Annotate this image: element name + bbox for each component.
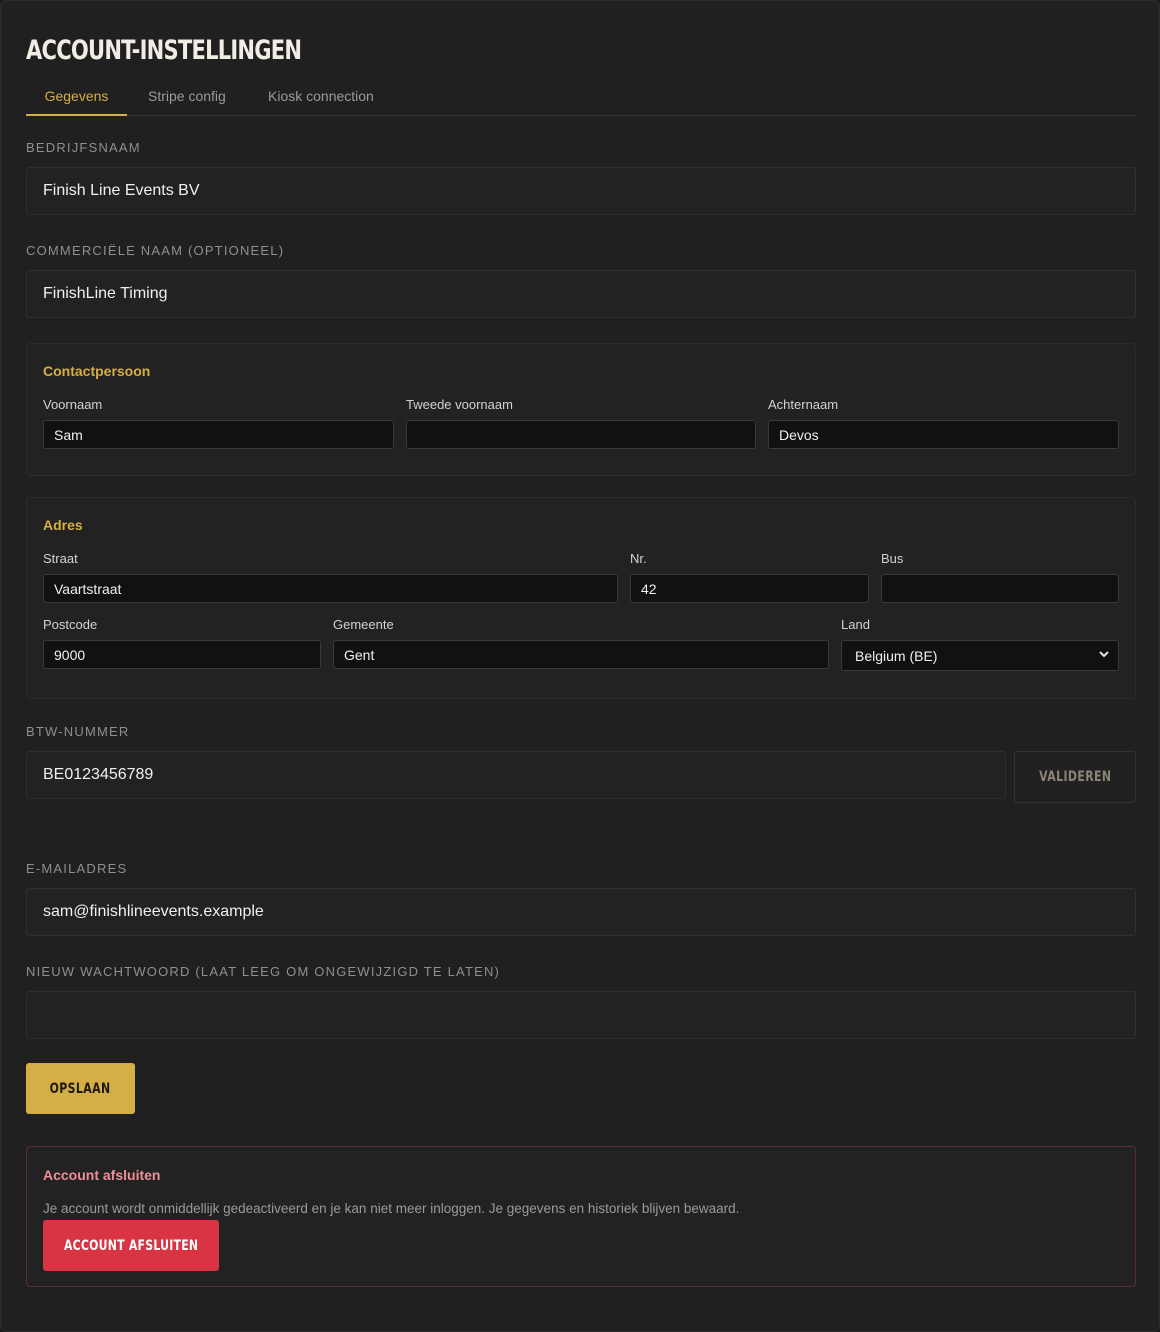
postcode-label: Postcode bbox=[43, 617, 98, 632]
city-input[interactable]: Gent bbox=[333, 640, 829, 669]
commercial-name-label: Commerciële naam (optioneel) bbox=[26, 243, 285, 258]
close-account-description: Je account wordt onmiddellijk gedeactive… bbox=[43, 1201, 740, 1216]
save-button[interactable]: Opslaan bbox=[26, 1063, 135, 1114]
address-section: Adres Straat Vaartstraat Nr. 42 Bus Post… bbox=[26, 497, 1136, 699]
street-label: Straat bbox=[43, 551, 78, 566]
last-name-label: Achternaam bbox=[768, 397, 839, 412]
city-label: Gemeente bbox=[333, 617, 394, 632]
email-label: E-mailadres bbox=[26, 861, 128, 876]
company-name-label: Bedrijfsnaam bbox=[26, 140, 141, 155]
tab-bar: Gegevens Stripe config Kiosk connection bbox=[26, 77, 1136, 116]
tab-kiosk-connection[interactable]: Kiosk connection bbox=[268, 77, 374, 116]
vat-label: BTW-nummer bbox=[26, 724, 130, 739]
bus-input[interactable] bbox=[881, 574, 1119, 603]
postcode-input[interactable]: 9000 bbox=[43, 640, 321, 669]
account-settings-panel: Account-instellingen Gegevens Stripe con… bbox=[0, 0, 1160, 1332]
address-section-title: Adres bbox=[43, 517, 83, 533]
email-input[interactable]: sam@finishlineevents.example bbox=[26, 888, 1136, 936]
middle-name-label: Tweede voornaam bbox=[406, 397, 513, 412]
save-button-label: Opslaan bbox=[50, 1080, 111, 1097]
validate-vat-button[interactable]: Valideren bbox=[1014, 751, 1136, 803]
country-select-value: Belgium (BE) bbox=[855, 647, 938, 664]
close-account-button-label: Account afsluiten bbox=[63, 1237, 199, 1254]
tab-gegevens[interactable]: Gegevens bbox=[26, 77, 127, 116]
vat-input[interactable]: BE0123456789 bbox=[26, 751, 1006, 799]
close-account-button[interactable]: Account afsluiten bbox=[43, 1220, 219, 1271]
validate-vat-button-label: Valideren bbox=[1038, 769, 1112, 785]
last-name-input[interactable]: Devos bbox=[768, 420, 1119, 449]
page-title: Account-instellingen bbox=[26, 35, 302, 66]
country-label: Land bbox=[841, 617, 870, 632]
bus-label: Bus bbox=[881, 551, 904, 566]
password-label: Nieuw wachtwoord (laat leeg om ongewijzi… bbox=[26, 964, 501, 979]
contact-section: Contactpersoon Voornaam Sam Tweede voorn… bbox=[26, 343, 1136, 476]
commercial-name-input[interactable]: FinishLine Timing bbox=[26, 270, 1136, 318]
tab-stripe-config[interactable]: Stripe config bbox=[148, 77, 226, 116]
first-name-input[interactable]: Sam bbox=[43, 420, 394, 449]
company-name-input[interactable]: Finish Line Events BV bbox=[26, 167, 1136, 215]
street-input[interactable]: Vaartstraat bbox=[43, 574, 618, 603]
number-label: Nr. bbox=[630, 551, 647, 566]
password-input[interactable] bbox=[26, 991, 1136, 1039]
first-name-label: Voornaam bbox=[43, 397, 103, 412]
close-account-section: Account afsluiten Je account wordt onmid… bbox=[26, 1146, 1136, 1287]
contact-section-title: Contactpersoon bbox=[43, 363, 151, 379]
chevron-down-icon bbox=[1099, 651, 1109, 658]
country-select[interactable]: Belgium (BE) bbox=[841, 640, 1119, 671]
number-input[interactable]: 42 bbox=[630, 574, 869, 603]
middle-name-input[interactable] bbox=[406, 420, 756, 449]
close-account-title: Account afsluiten bbox=[43, 1167, 161, 1183]
